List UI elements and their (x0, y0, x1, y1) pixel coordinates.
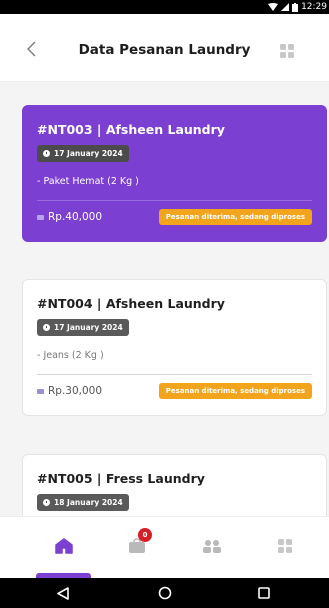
grid-icon (280, 44, 294, 58)
date-badge: 17 January 2024 (37, 145, 129, 162)
menu-grid-button[interactable] (280, 43, 294, 58)
clock-icon (43, 150, 50, 157)
bottom-nav: 0 (0, 516, 329, 579)
app-header: Data Pesanan Laundry (0, 14, 329, 82)
order-price: Rp.40,000 (37, 211, 102, 223)
order-card[interactable]: #NT003 | Afsheen Laundry 17 January 2024… (22, 105, 327, 242)
system-nav-bar (0, 578, 329, 608)
order-price: Rp.30,000 (37, 385, 102, 397)
triangle-back-icon (57, 586, 69, 600)
apps-icon (278, 539, 292, 553)
price-value: Rp.40,000 (48, 211, 103, 223)
system-home-button[interactable] (157, 585, 173, 601)
card-footer: Rp.40,000 Pesanan diterima, sedang dipro… (37, 209, 312, 225)
order-card[interactable]: #NT005 | Fress Laundry 18 January 2024 (22, 454, 327, 516)
cash-icon (37, 214, 44, 220)
system-back-button[interactable] (55, 585, 71, 601)
status-badge: Pesanan diterima, sedang diproses (158, 209, 312, 225)
date-badge: 17 January 2024 (37, 319, 129, 336)
clock-icon (43, 324, 50, 331)
order-title: #NT003 | Afsheen Laundry (37, 122, 225, 137)
order-date: 17 January 2024 (54, 149, 123, 158)
order-item: - Paket Hemat (2 Kg ) (37, 176, 139, 187)
order-card[interactable]: #NT004 | Afsheen Laundry 17 January 2024… (22, 279, 327, 416)
divider (37, 200, 312, 201)
nav-orders[interactable]: 0 (124, 528, 152, 559)
battery-icon (292, 2, 299, 12)
order-item: - Jeans (2 Kg ) (37, 350, 104, 361)
price-value: Rp.30,000 (48, 385, 103, 397)
status-bar: 12:29 (0, 0, 329, 14)
order-title: #NT005 | Fress Laundry (37, 471, 205, 486)
order-list[interactable]: #NT003 | Afsheen Laundry 17 January 2024… (0, 82, 329, 516)
cart-badge: 0 (138, 528, 152, 542)
status-time: 12:29 (301, 2, 327, 12)
wifi-icon (268, 3, 279, 11)
date-badge: 18 January 2024 (37, 494, 129, 511)
people-icon (203, 540, 221, 553)
order-date: 18 January 2024 (54, 498, 123, 507)
signal-icon (281, 3, 290, 11)
nav-home[interactable] (51, 533, 77, 559)
divider (37, 374, 312, 375)
system-recents-button[interactable] (256, 585, 272, 601)
status-badge: Pesanan diterima, sedang diproses (158, 383, 312, 399)
cash-icon (37, 388, 44, 394)
order-title: #NT004 | Afsheen Laundry (37, 296, 225, 311)
circle-home-icon (158, 586, 172, 600)
clock-icon (43, 499, 50, 506)
square-recents-icon (258, 587, 270, 599)
home-icon (55, 538, 73, 554)
order-date: 17 January 2024 (54, 323, 123, 332)
card-footer: Rp.30,000 Pesanan diterima, sedang dipro… (37, 383, 312, 399)
nav-apps[interactable] (272, 533, 298, 559)
nav-people[interactable] (199, 533, 225, 559)
